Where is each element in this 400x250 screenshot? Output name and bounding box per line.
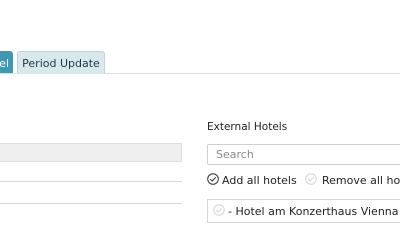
tab-period-update[interactable]: Period Update (17, 51, 105, 74)
list-item[interactable]: - Hotel am Konzerthaus Vienna (207, 199, 400, 223)
remove-all-hotels-button[interactable]: Remove all hote (305, 172, 400, 188)
left-table-divider (0, 203, 182, 204)
check-circle-icon (305, 173, 317, 185)
tab-hotel[interactable]: el (0, 51, 13, 74)
external-hotels-title: External Hotels (207, 121, 288, 133)
remove-all-hotels-label: Remove all hote (322, 173, 400, 187)
search-input[interactable] (207, 144, 400, 165)
hotel-name: Hotel am Konzerthaus Vienna (235, 204, 399, 218)
hotel-prefix: - (228, 204, 236, 218)
tabs-divider (0, 73, 400, 74)
left-table-header (0, 143, 182, 162)
check-circle-icon (207, 173, 219, 185)
add-all-hotels-label: Add all hotels (222, 173, 297, 187)
left-table-divider (0, 181, 182, 182)
add-all-hotels-button[interactable]: Add all hotels (207, 172, 297, 188)
check-circle-icon[interactable] (213, 204, 225, 216)
